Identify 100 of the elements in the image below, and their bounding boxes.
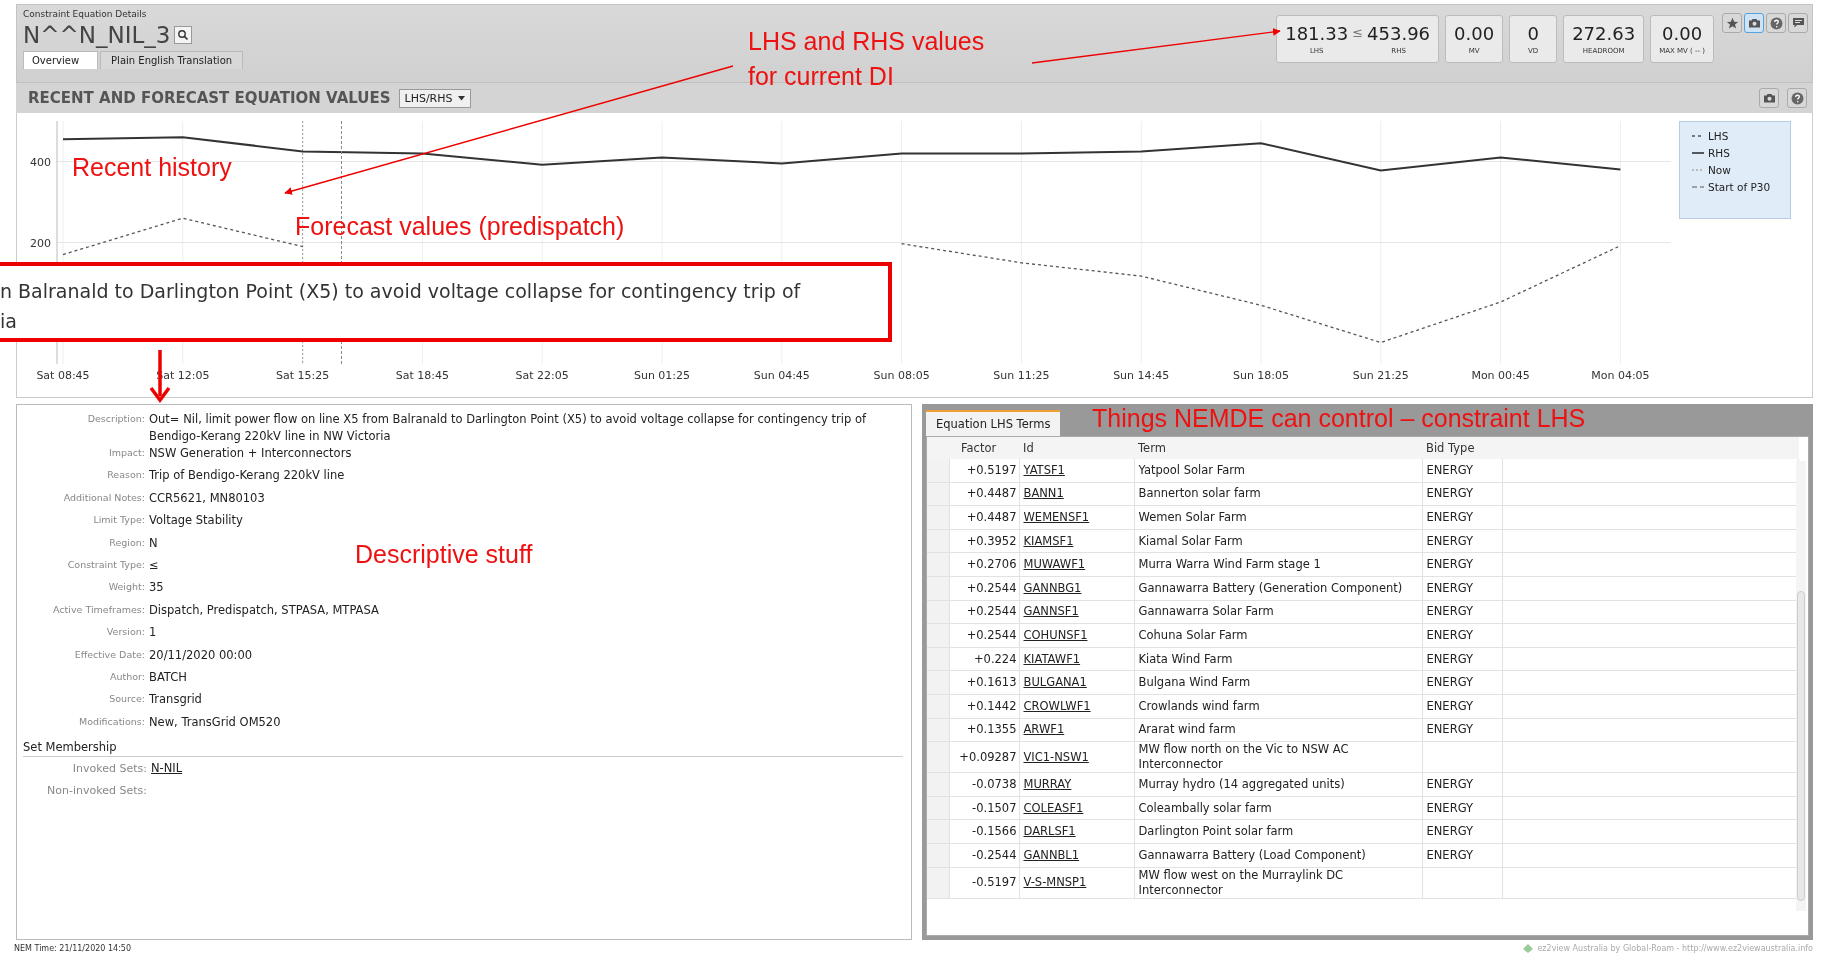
table-cell: -0.2544 bbox=[949, 843, 1019, 868]
table-cell: Gannawarra Battery (Load Component) bbox=[1134, 843, 1422, 868]
term-id-link[interactable]: KIATAWF1 bbox=[1023, 651, 1081, 666]
term-id-link[interactable]: GANNBL1 bbox=[1023, 847, 1080, 862]
term-id-link[interactable]: BULGANA1 bbox=[1023, 675, 1087, 690]
field-value: New, TransGrid OM520 bbox=[149, 713, 282, 731]
table-cell: +0.4487 bbox=[949, 505, 1019, 530]
table-cell: ENERGY bbox=[1422, 505, 1502, 530]
tab[interactable]: Plain English Translation bbox=[100, 51, 244, 69]
column-header[interactable]: Term bbox=[1134, 437, 1422, 460]
nem-time: NEM Time: 21/11/2020 14:50 bbox=[14, 943, 131, 953]
legend-swatch-icon bbox=[1692, 184, 1704, 191]
camera-button[interactable] bbox=[1759, 88, 1779, 109]
term-id-link[interactable]: DARLSF1 bbox=[1023, 824, 1076, 839]
tab[interactable]: Equation LHS Terms bbox=[926, 410, 1061, 437]
zoomed-description-callout: n Balranald to Darlington Point (X5) to avoid voltage collapse for contingency trip of ia bbox=[0, 262, 892, 342]
x-tick-label: Sat 18:45 bbox=[395, 369, 449, 383]
star-button[interactable] bbox=[1722, 13, 1742, 33]
table-cell: Gannawarra Battery (Generation Component) bbox=[1134, 576, 1422, 601]
field-label: Additional Notes: bbox=[62, 490, 146, 503]
scrollbar[interactable] bbox=[1796, 461, 1806, 912]
table-cell: Ararat wind farm bbox=[1134, 718, 1422, 742]
table-cell: +0.09287 bbox=[949, 741, 1019, 773]
field-label: Region: bbox=[108, 535, 146, 548]
table-cell: Wemen Solar Farm bbox=[1134, 505, 1422, 530]
term-id-link[interactable]: MUWAWF1 bbox=[1023, 557, 1086, 572]
field-label: Limit Type: bbox=[92, 513, 146, 526]
camera-button[interactable] bbox=[1744, 13, 1764, 33]
table-cell: +0.2544 bbox=[949, 600, 1019, 624]
table-cell: -0.0738 bbox=[949, 772, 1019, 797]
term-id-link[interactable]: WEMENSF1 bbox=[1023, 510, 1090, 525]
table-cell: ENERGY bbox=[1422, 552, 1502, 577]
table-cell: ENERGY bbox=[1422, 576, 1502, 601]
term-id-link[interactable]: CROWLWF1 bbox=[1023, 698, 1091, 713]
search-button[interactable] bbox=[174, 26, 193, 44]
x-tick-label: Sun 11:25 bbox=[993, 369, 1050, 383]
field-label: Source: bbox=[108, 692, 146, 705]
term-id-link[interactable]: BANN1 bbox=[1023, 486, 1064, 501]
camera-icon bbox=[1747, 17, 1761, 29]
metric-value: 0.00 bbox=[1454, 23, 1495, 44]
x-tick-label: Sun 18:05 bbox=[1232, 369, 1290, 383]
field-label: Version: bbox=[105, 625, 146, 638]
table-cell: ENERGY bbox=[1422, 529, 1502, 553]
term-id-link[interactable]: MURRAY bbox=[1023, 777, 1072, 791]
table-cell: -0.1507 bbox=[949, 796, 1019, 820]
x-tick-label: Sat 22:05 bbox=[515, 369, 569, 383]
table-cell: ENERGY bbox=[1422, 623, 1502, 648]
table-cell: +0.224 bbox=[949, 647, 1019, 671]
table-cell: Murray hydro (14 aggregated units) bbox=[1134, 772, 1422, 797]
credit-text: ez2view Australia by Global-Roam - http://www.ez2viewaustralia.info bbox=[1537, 943, 1813, 953]
column-header[interactable]: Bid Type bbox=[1422, 437, 1502, 460]
constraint-title: N^^N_NIL_3 bbox=[23, 22, 171, 48]
field-value: NSW Generation + Interconnectors bbox=[149, 445, 353, 463]
term-id-link[interactable]: GANNBG1 bbox=[1023, 580, 1082, 595]
y-tick-label: 400 bbox=[30, 155, 51, 169]
field-label: Author: bbox=[108, 670, 146, 682]
table-cell: Kiamal Solar Farm bbox=[1134, 529, 1422, 553]
table-cell: -0.5197 bbox=[949, 867, 1019, 899]
term-id-link[interactable]: ARWF1 bbox=[1023, 722, 1065, 737]
term-id-link[interactable]: COHUNSF1 bbox=[1023, 628, 1088, 643]
series-dropdown[interactable]: LHS/RHS bbox=[398, 88, 471, 108]
field-value: Dispatch, Predispatch, STPASA, MTPASA bbox=[149, 601, 380, 619]
tab[interactable]: Overview bbox=[23, 51, 99, 69]
term-id-link[interactable]: COLEASF1 bbox=[1023, 800, 1084, 815]
table-cell: Coleambally solar farm bbox=[1134, 796, 1422, 820]
term-id-link[interactable]: KIAMSF1 bbox=[1023, 533, 1074, 548]
term-id-link[interactable]: YATSF1 bbox=[1023, 462, 1065, 477]
metric-value: 181.33 bbox=[1285, 23, 1349, 44]
table-cell: ENERGY bbox=[1422, 819, 1502, 844]
column-header[interactable]: Id bbox=[1019, 437, 1134, 460]
term-id-link[interactable]: V-S-MNSP1 bbox=[1023, 875, 1087, 890]
help-button[interactable] bbox=[1787, 88, 1807, 109]
table-cell: +0.1442 bbox=[949, 694, 1019, 719]
set-link[interactable]: N-NIL bbox=[151, 761, 183, 776]
table-cell: +0.3952 bbox=[949, 529, 1019, 553]
panel-label: Constraint Equation Details bbox=[23, 9, 148, 19]
field-value: BATCH bbox=[149, 669, 188, 686]
field-label: Active Timeframes: bbox=[52, 602, 146, 615]
table-cell: ENERGY bbox=[1422, 670, 1502, 695]
column-header[interactable]: Factor bbox=[949, 437, 1019, 460]
comment-button[interactable] bbox=[1788, 13, 1808, 33]
x-tick-label: Sun 04:45 bbox=[753, 369, 810, 383]
metric-value: 0.00 bbox=[1662, 23, 1703, 44]
field-value: 20/11/2020 00:00 bbox=[149, 646, 254, 664]
camera-icon bbox=[1762, 92, 1776, 105]
table-cell: Murra Warra Wind Farm stage 1 bbox=[1134, 552, 1422, 577]
field-label: Modifications: bbox=[77, 714, 146, 727]
operator-symbol: ≤ bbox=[1352, 25, 1364, 40]
table-cell: +0.2544 bbox=[949, 623, 1019, 648]
field-value: CCR5621, MN80103 bbox=[149, 489, 266, 507]
help-button[interactable] bbox=[1766, 13, 1786, 33]
search-icon bbox=[177, 29, 190, 41]
field-value: ≤ bbox=[149, 557, 160, 575]
term-id-link[interactable]: GANNSF1 bbox=[1023, 604, 1079, 619]
term-id-link[interactable]: VIC1-NSW1 bbox=[1023, 749, 1089, 764]
table-cell: +0.2544 bbox=[949, 576, 1019, 601]
field-value: Transgrid bbox=[149, 691, 203, 709]
x-tick-label: Sun 01:25 bbox=[633, 369, 691, 383]
table-cell: -0.1566 bbox=[949, 819, 1019, 844]
legend-swatch-icon bbox=[1692, 150, 1704, 157]
